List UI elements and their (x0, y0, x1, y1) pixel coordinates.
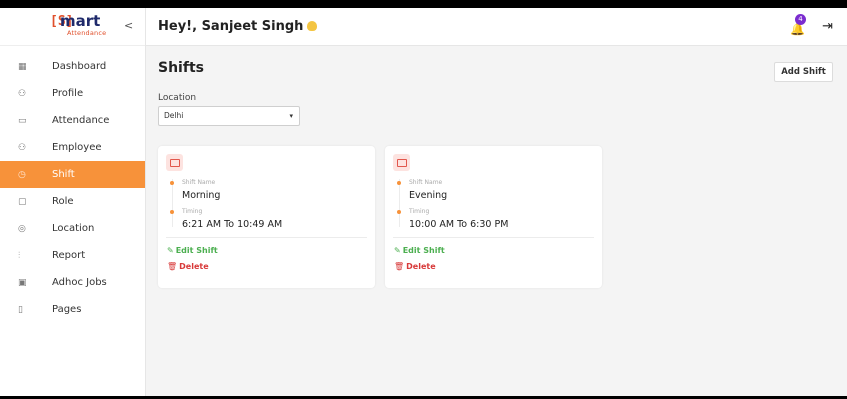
shift-card: Shift Name Morning Timing 6:21 AM To 10:… (158, 146, 375, 288)
shift-card: Shift Name Evening Timing 10:00 AM To 6:… (385, 146, 602, 288)
edit-shift-link[interactable]: ✎ Edit Shift (394, 246, 445, 255)
role-icon: ▢ (18, 196, 27, 207)
user-greeting: Hey!, Sanjeet Singh (158, 19, 304, 34)
location-select-value: Delhi (164, 111, 184, 120)
sidebar-item-label: Role (52, 196, 74, 207)
timing-label: Timing (182, 208, 203, 215)
add-shift-button[interactable]: Add Shift (774, 62, 833, 82)
sidebar-nav: ▦ Dashboard ⚇ Profile ▭ Attendance ⚇ Emp… (0, 53, 145, 323)
shift-name: Evening (409, 190, 448, 201)
delete-shift-link[interactable]: 🗑 Delete (167, 262, 209, 271)
sidebar: [S] mart Attendance < ▦ Dashboard ⚇ Prof… (0, 8, 146, 396)
chevron-down-icon: ▾ (289, 112, 293, 120)
edit-shift-link[interactable]: ✎ Edit Shift (167, 246, 218, 255)
delete-label: Delete (406, 262, 436, 271)
sidebar-item-label: Dashboard (52, 61, 107, 72)
timeline-line (399, 179, 400, 227)
sidebar-item-label: Profile (52, 88, 84, 99)
shift-name: Morning (182, 190, 221, 201)
sidebar-item-location[interactable]: ◎ Location (0, 215, 145, 242)
sidebar-item-label: Employee (52, 142, 102, 153)
logo-subtext: Attendance (67, 28, 107, 37)
timeline-line (172, 179, 173, 227)
sidebar-item-label: Attendance (52, 115, 110, 126)
shift-name-label: Shift Name (409, 179, 443, 186)
timing-label: Timing (409, 208, 430, 215)
notification-badge: 4 (795, 14, 806, 25)
collapse-sidebar-icon[interactable]: < (124, 19, 133, 32)
edit-icon: ✎ (167, 246, 174, 255)
timeline-dot (397, 181, 401, 185)
attendance-icon: ▭ (18, 115, 27, 126)
notifications[interactable]: 🔔 4 (790, 14, 806, 36)
sidebar-item-profile[interactable]: ⚇ Profile (0, 80, 145, 107)
trash-icon: 🗑 (394, 262, 405, 271)
app-frame: [S] mart Attendance < ▦ Dashboard ⚇ Prof… (0, 8, 847, 396)
top-bar: Hey!, Sanjeet Singh 🔔 4 ⇥ (146, 8, 847, 46)
edit-icon: ✎ (394, 246, 401, 255)
timing-dot (170, 210, 174, 214)
sidebar-item-dashboard[interactable]: ▦ Dashboard (0, 53, 145, 80)
shift-name-label: Shift Name (182, 179, 216, 186)
shift-timing: 6:21 AM To 10:49 AM (182, 219, 283, 230)
report-chart-icon: ⫶ (18, 250, 21, 261)
edit-shift-label: Edit Shift (175, 246, 218, 255)
location-pin-icon: ◎ (18, 223, 26, 234)
shift-card-icon (393, 154, 410, 171)
app-logo: [S] mart Attendance (50, 12, 110, 42)
sidebar-item-label: Shift (52, 169, 75, 180)
logo-text: mart (60, 11, 101, 30)
clock-icon: ◷ (18, 169, 26, 180)
edit-shift-label: Edit Shift (402, 246, 445, 255)
sidebar-item-adhoc-jobs[interactable]: ▣ Adhoc Jobs (0, 269, 145, 296)
page-title: Shifts (158, 60, 204, 76)
jobs-icon: ▣ (18, 277, 27, 288)
timing-dot (397, 210, 401, 214)
shift-timing: 10:00 AM To 6:30 PM (409, 219, 509, 230)
timeline-dot (170, 181, 174, 185)
logout-icon[interactable]: ⇥ (822, 19, 833, 34)
sidebar-item-report[interactable]: ⫶ Report (0, 242, 145, 269)
sidebar-item-label: Adhoc Jobs (52, 277, 107, 288)
logo-row: [S] mart Attendance < (0, 8, 145, 46)
delete-shift-link[interactable]: 🗑 Delete (394, 262, 436, 271)
shift-card-icon (166, 154, 183, 171)
profile-icon: ⚇ (18, 88, 27, 99)
sidebar-item-employee[interactable]: ⚇ Employee (0, 134, 145, 161)
card-divider (393, 237, 594, 238)
waving-hand-icon (307, 21, 318, 31)
trash-icon: 🗑 (167, 262, 178, 271)
delete-label: Delete (179, 262, 209, 271)
greeting-text: Hey!, Sanjeet Singh (158, 19, 318, 34)
main-content: Shifts Add Shift Location Delhi ▾ Shift … (146, 46, 847, 396)
sidebar-item-label: Location (52, 223, 95, 234)
dashboard-icon: ▦ (18, 61, 27, 72)
sidebar-item-shift[interactable]: ◷ Shift (0, 161, 145, 188)
sidebar-item-label: Report (52, 250, 86, 261)
sidebar-item-pages[interactable]: ▯ Pages (0, 296, 145, 323)
employee-icon: ⚇ (18, 142, 27, 153)
sidebar-item-label: Pages (52, 304, 82, 315)
location-label: Location (158, 93, 197, 103)
location-select[interactable]: Delhi ▾ (158, 106, 300, 126)
sidebar-item-attendance[interactable]: ▭ Attendance (0, 107, 145, 134)
page-icon: ▯ (18, 304, 23, 315)
card-divider (166, 237, 367, 238)
sidebar-item-role[interactable]: ▢ Role (0, 188, 145, 215)
